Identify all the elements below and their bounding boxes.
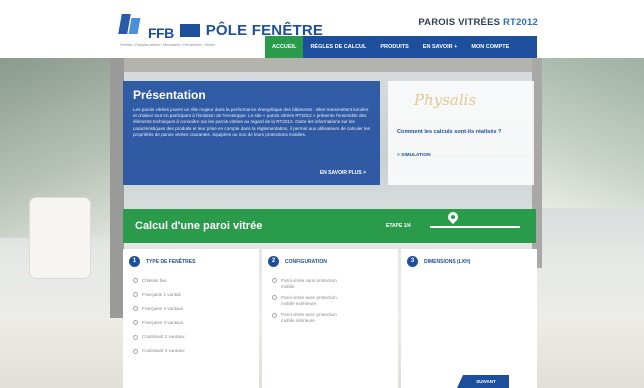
step-title: TYPE DE FENÊTRES bbox=[146, 258, 196, 265]
nav-item-accueil[interactable]: ACCUEIL bbox=[265, 36, 304, 58]
option-sans-protection[interactable]: Paroi vitrée sans protection mobile bbox=[272, 278, 394, 289]
option-chassis-fixe[interactable]: Châssis fixe bbox=[133, 278, 255, 284]
option-francaise-1-vantail[interactable]: Française 1 vantail bbox=[133, 292, 255, 298]
radio-icon[interactable] bbox=[133, 292, 138, 298]
calculator-header: Calcul d'une paroi vitrée ETAPE 1/4 bbox=[123, 209, 536, 243]
physalis-panel: Physalis Comment les calculs sont-ils ré… bbox=[388, 81, 534, 185]
option-protection-interieure[interactable]: Paroi vitrée avec protection mobile inté… bbox=[272, 312, 394, 323]
logo-tagline: Fenêtre • Façades vitrées • Menuiserie •… bbox=[120, 43, 215, 47]
nav-item-en-savoir-plus[interactable]: EN SAVOIR + bbox=[416, 36, 465, 58]
option-protection-exterieure[interactable]: Paroi vitrée avec protection mobile exté… bbox=[272, 295, 394, 306]
main-nav: ACCUEIL RÈGLES DE CALCUL PRODUITS EN SAV… bbox=[265, 36, 537, 58]
option-francaise-3-vantaux[interactable]: Française 3 vantaux bbox=[133, 320, 255, 326]
site-title-main: PAROIS VITRÉES bbox=[418, 17, 501, 28]
option-label: Paroi vitrée sans protection mobile bbox=[281, 278, 337, 289]
calculator-title: Calcul d'une paroi vitrée bbox=[135, 220, 263, 232]
nav-item-produits[interactable]: PRODUITS bbox=[373, 36, 415, 58]
simulation-link[interactable]: > SIMULATION bbox=[397, 153, 431, 158]
option-label: Paroi vitrée avec protection mobile inté… bbox=[281, 312, 337, 323]
radio-icon[interactable] bbox=[133, 334, 138, 340]
step-card-configuration: 2 CONFIGURATION Paroi vitrée sans protec… bbox=[262, 249, 398, 388]
nav-item-mon-compte[interactable]: MON COMPTE bbox=[464, 36, 516, 58]
configuration-options: Paroi vitrée sans protection mobile Paro… bbox=[272, 278, 394, 330]
option-coulissant-2-vantaux[interactable]: Coulissant 2 vantaux bbox=[133, 334, 255, 340]
step-head: 1 TYPE DE FENÊTRES bbox=[129, 256, 195, 267]
step-head: 3 DIMENSIONS (LXH) bbox=[407, 256, 470, 267]
physalis-logo: Physalis bbox=[414, 91, 477, 109]
presentation-text: Les parois vitrées jouent un rôle majeur… bbox=[133, 107, 370, 137]
radio-icon[interactable] bbox=[272, 295, 277, 301]
option-label: Coulissant 2 vantaux bbox=[142, 334, 185, 340]
radio-icon[interactable] bbox=[133, 320, 138, 326]
en-savoir-plus-link[interactable]: EN SAVOIR PLUS > bbox=[320, 170, 366, 176]
next-button[interactable]: SUIVANT bbox=[457, 375, 509, 388]
logo-badge-icon bbox=[179, 24, 200, 37]
progress-marker-dot bbox=[451, 215, 455, 219]
step-card-dimensions: 3 DIMENSIONS (LXH) bbox=[401, 249, 537, 388]
option-francaise-2-vantaux[interactable]: Française 2 vantaux bbox=[133, 306, 255, 312]
step-title: DIMENSIONS (LXH) bbox=[424, 258, 471, 265]
site-header: FFB PÔLE FENÊTRE Fenêtre • Façades vitré… bbox=[0, 0, 644, 58]
logo-ffb-text: FFB bbox=[148, 25, 174, 41]
nav-item-regles-de-calcul[interactable]: RÈGLES DE CALCUL bbox=[303, 36, 373, 58]
step-head: 2 CONFIGURATION bbox=[268, 256, 327, 267]
radio-icon[interactable] bbox=[133, 306, 138, 312]
presentation-title: Présentation bbox=[133, 88, 206, 102]
option-label: Paroi vitrée avec protection mobile exté… bbox=[281, 295, 337, 306]
step-title: CONFIGURATION bbox=[285, 258, 327, 265]
site-title-accent: RT2012 bbox=[503, 17, 538, 28]
step-number-badge: 2 bbox=[268, 256, 279, 267]
radio-icon[interactable] bbox=[133, 278, 138, 284]
presentation-panel: Présentation Les parois vitrées jouent u… bbox=[123, 81, 380, 185]
option-label: Coulissant 3 vantaux bbox=[142, 348, 185, 354]
option-coulissant-3-vantaux[interactable]: Coulissant 3 vantaux bbox=[133, 348, 255, 354]
radio-icon[interactable] bbox=[133, 348, 138, 354]
option-label: Française 3 vantaux bbox=[142, 320, 184, 326]
step-indicator: ETAPE 1/4 bbox=[386, 223, 411, 229]
option-label: Française 1 vantail bbox=[142, 292, 181, 298]
radio-icon[interactable] bbox=[272, 278, 277, 284]
step-number-badge: 3 bbox=[407, 256, 418, 267]
site-title: PAROIS VITRÉES RT2012 bbox=[418, 17, 538, 28]
calcul-question-link[interactable]: Comment les calculs sont-ils réalisés ? bbox=[397, 129, 501, 135]
window-type-options: Châssis fixe Française 1 vantail Françai… bbox=[133, 278, 255, 363]
step-card-type-de-fenetres: 1 TYPE DE FENÊTRES Châssis fixe Français… bbox=[123, 249, 259, 388]
step-number-badge: 1 bbox=[129, 256, 140, 267]
option-label: Châssis fixe bbox=[142, 278, 167, 283]
ffb-logo-icon bbox=[118, 14, 146, 38]
option-label: Française 2 vantaux bbox=[142, 306, 184, 312]
radio-icon[interactable] bbox=[272, 312, 277, 318]
step-progress-track bbox=[430, 226, 520, 228]
